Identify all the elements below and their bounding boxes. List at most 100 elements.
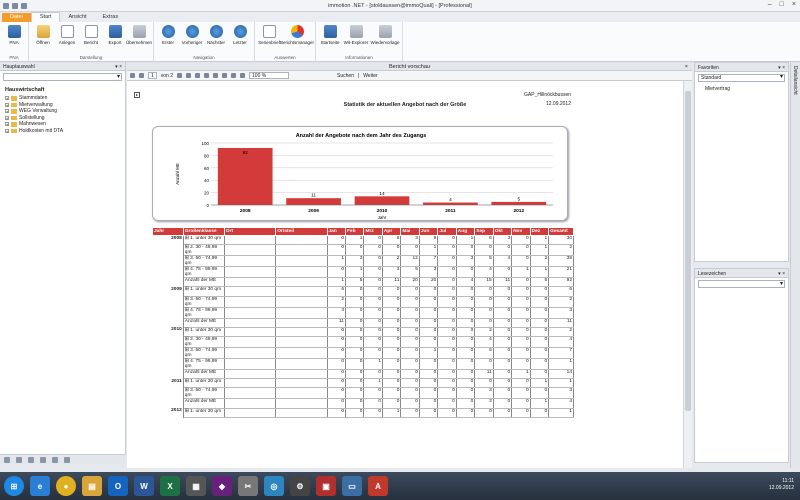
settings-icon[interactable]: ⚙: [290, 476, 310, 496]
module-icon-2[interactable]: [16, 457, 22, 463]
favorites-item[interactable]: Mietvertrag: [705, 86, 778, 92]
table-row: 2012 ⊞ 1. unter 30 qm 0 0 0 1 0 0 0 0 0 0 0 0 1: [152, 408, 574, 418]
expand-icon[interactable]: +: [5, 96, 9, 101]
column-header[interactable]: Ort: [223, 227, 277, 236]
refresh-icon[interactable]: [204, 73, 210, 78]
tab-ansicht[interactable]: Ansicht: [60, 13, 94, 22]
size-class-cell[interactable]: ⊞ 1. unter 30 qm: [183, 408, 225, 418]
table-cell: 0: [456, 307, 476, 319]
scrollbar-thumb[interactable]: [685, 91, 691, 411]
app-icon-grid[interactable]: ▦: [186, 476, 206, 496]
tab-datei[interactable]: Datei: [2, 13, 31, 22]
immotion-icon[interactable]: ▣: [316, 476, 336, 496]
column-header[interactable]: Gesamt: [548, 227, 574, 236]
column-header[interactable]: Großenklasse: [182, 227, 225, 236]
stop-icon[interactable]: [195, 73, 201, 78]
setup-icon[interactable]: [231, 73, 237, 78]
layout-icon[interactable]: [222, 73, 228, 78]
outlook-icon[interactable]: O: [108, 476, 128, 496]
tools-icon[interactable]: ✂: [238, 476, 258, 496]
first-page-icon[interactable]: [130, 73, 135, 78]
selection-combo[interactable]: [3, 73, 122, 81]
expand-icon[interactable]: +: [5, 122, 9, 127]
module-icon-4[interactable]: [40, 457, 46, 463]
maximize-button[interactable]: □: [780, 1, 784, 8]
table-cell: 0: [345, 336, 365, 348]
chrome-icon[interactable]: ●: [56, 476, 76, 496]
table-cell: 30: [548, 235, 574, 246]
size-class-cell[interactable]: ⊞ 3. 50 - 74,99 qm: [183, 387, 225, 400]
size-class-cell[interactable]: ⊞ 1. unter 30 qm: [183, 327, 225, 337]
column-header[interactable]: Jun: [418, 227, 439, 236]
close-bookmarks-icon[interactable]: ▾ ×: [778, 271, 785, 277]
bookmarks-select[interactable]: [698, 280, 785, 288]
visual-studio-icon[interactable]: ◆: [212, 476, 232, 496]
size-class-cell[interactable]: ⊞ 3. 50 - 74,99 qm: [183, 255, 225, 268]
remote-icon[interactable]: ▭: [342, 476, 362, 496]
pin-icon[interactable]: ▾ ×: [115, 64, 122, 70]
module-icon-3[interactable]: [28, 457, 34, 463]
size-class-cell[interactable]: ⊞ 4. 75 - 99,99 qm: [183, 266, 225, 279]
year-cell: [152, 347, 184, 359]
vertical-scrollbar[interactable]: [683, 81, 692, 468]
close-viewer-icon[interactable]: ×: [685, 64, 688, 70]
column-header[interactable]: Mrz: [363, 227, 383, 236]
column-header[interactable]: Ortsteil: [275, 227, 328, 236]
module-icon-5[interactable]: [52, 457, 58, 463]
expand-icon[interactable]: +: [5, 115, 9, 120]
size-class-cell[interactable]: ⊞ 4. 75 - 99,99 qm: [183, 358, 225, 370]
table-cell: 0: [345, 286, 365, 297]
table-cell: 0: [511, 358, 531, 370]
minimize-button[interactable]: –: [768, 1, 772, 8]
expand-icon[interactable]: +: [5, 109, 9, 114]
column-header[interactable]: Feb: [344, 227, 365, 236]
size-class-cell[interactable]: ⊞ 2. 30 - 49,99 qm: [183, 336, 225, 348]
export-icon[interactable]: [240, 73, 246, 78]
explorer-icon[interactable]: ▤: [82, 476, 102, 496]
ie-icon[interactable]: e: [30, 476, 50, 496]
expand-icon[interactable]: +: [5, 102, 9, 107]
module-icon-6[interactable]: [64, 457, 70, 463]
column-header[interactable]: Dez: [529, 227, 550, 236]
size-class-cell[interactable]: ⊞ 3. 50 - 74,99 qm: [183, 296, 225, 308]
size-class-cell[interactable]: ⊞ 1. unter 30 qm: [183, 378, 225, 389]
table-cell: 0: [363, 235, 383, 246]
size-class-cell[interactable]: ⊞ 1. unter 30 qm: [183, 235, 225, 246]
next-page-icon[interactable]: [177, 73, 183, 78]
size-class-cell[interactable]: ⊞ 4. 75 - 99,99 qm: [183, 307, 225, 319]
page-input[interactable]: 1: [148, 72, 157, 79]
column-header[interactable]: Okt: [492, 227, 513, 236]
column-header[interactable]: Mai: [400, 227, 420, 236]
expand-toggle[interactable]: ▸: [134, 92, 140, 98]
column-header[interactable]: Jan: [326, 227, 346, 236]
detail-side-tab[interactable]: Detailansicht: [790, 62, 800, 468]
pdf-icon[interactable]: A: [368, 476, 388, 496]
zoom-select[interactable]: 100 %: [249, 72, 290, 79]
column-header[interactable]: Nov: [511, 227, 531, 236]
word-icon[interactable]: W: [134, 476, 154, 496]
column-header[interactable]: Aug: [455, 227, 476, 236]
prev-page-icon[interactable]: [139, 73, 144, 78]
column-header[interactable]: Sep: [474, 227, 494, 236]
excel-icon[interactable]: X: [160, 476, 180, 496]
size-class-cell[interactable]: ⊞ 3. 50 - 74,99 qm: [183, 347, 225, 359]
favorites-select[interactable]: Standard: [698, 74, 785, 82]
next-link[interactable]: Weiter: [363, 73, 377, 79]
start-icon[interactable]: ⊞: [4, 476, 24, 496]
expand-icon[interactable]: +: [5, 128, 9, 133]
column-header[interactable]: Jahr: [152, 227, 184, 236]
tab-start[interactable]: Start: [30, 12, 61, 22]
column-header[interactable]: Jul: [437, 227, 457, 236]
tree-item[interactable]: + Holdkosten mit DTA: [5, 128, 125, 135]
print-icon[interactable]: [213, 73, 219, 78]
tab-extras[interactable]: Extras: [95, 13, 127, 22]
close-button[interactable]: ×: [792, 1, 796, 8]
network-icon[interactable]: ◎: [264, 476, 284, 496]
close-favorites-icon[interactable]: ▾ ×: [778, 65, 785, 71]
size-class-cell[interactable]: ⊞ 2. 30 - 49,99 qm: [183, 244, 225, 257]
column-header[interactable]: Apr: [381, 227, 402, 236]
search-link[interactable]: Suchen: [337, 73, 354, 79]
module-icon-1[interactable]: [4, 457, 10, 463]
size-class-cell[interactable]: ⊞ 1. unter 30 qm: [183, 286, 225, 297]
last-page-icon[interactable]: [186, 73, 192, 78]
